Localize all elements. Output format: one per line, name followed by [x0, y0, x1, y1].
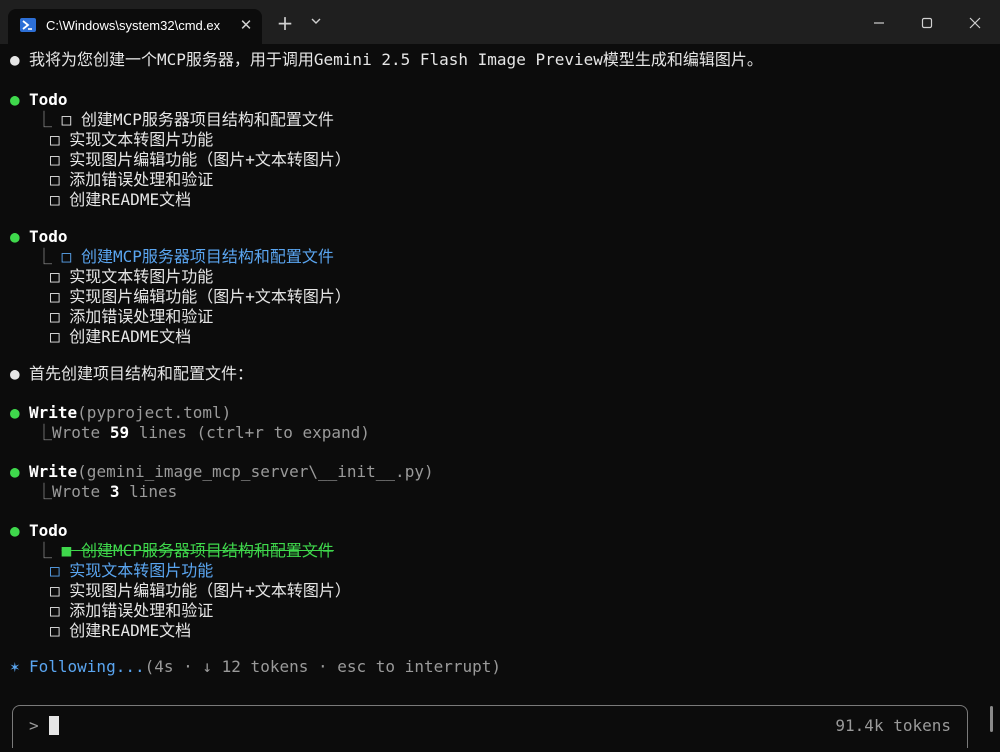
spinner-star-icon: ✶ — [10, 657, 20, 676]
scrollbar[interactable] — [990, 706, 993, 732]
todo-header: ● Todo — [10, 90, 68, 109]
checkbox-icon: □ — [50, 190, 60, 209]
todo-item: □ 创建README文档 — [50, 621, 192, 640]
todo-item-active: □ 实现文本转图片功能 — [50, 561, 214, 580]
checkbox-icon: □ — [61, 110, 72, 129]
checkbox-icon: □ — [50, 287, 60, 306]
tree-connector: ⎿ — [36, 541, 53, 560]
bullet-icon: ● — [10, 90, 20, 109]
chevron-down-icon[interactable] — [304, 10, 328, 36]
write-result: ⎿Wrote 59 lines (ctrl+r to expand) — [36, 423, 370, 442]
tree-connector: ⎿ — [36, 110, 53, 129]
checkbox-icon: □ — [50, 581, 60, 600]
tree-connector: ⎿ — [36, 482, 53, 501]
todo-header: ● Todo — [10, 227, 68, 246]
checkbox-icon: □ — [50, 601, 60, 620]
todo-item: □ 创建README文档 — [50, 190, 192, 209]
prompt-symbol: > — [29, 716, 39, 735]
bullet-icon: ● — [10, 227, 20, 246]
write-tool-call: ● Write(pyproject.toml) — [10, 403, 232, 422]
close-window-button[interactable] — [958, 10, 992, 36]
maximize-button[interactable] — [910, 10, 944, 36]
message-line: ● 首先创建项目结构和配置文件： — [10, 364, 254, 383]
todo-item: □ 创建README文档 — [50, 327, 192, 346]
checkbox-icon: □ — [50, 621, 60, 640]
todo-item-done: ⎿ ■ 创建MCP服务器项目结构和配置文件 — [36, 541, 334, 560]
intro-text: 我将为您创建一个MCP服务器，用于调用Gemini 2.5 Flash Imag… — [29, 50, 763, 69]
checkbox-icon: □ — [61, 247, 72, 266]
bullet-icon: ● — [10, 50, 20, 69]
write-result: ⎿Wrote 3 lines — [36, 482, 178, 501]
checkbox-icon: □ — [50, 130, 60, 149]
write-tool-call: ● Write(gemini_image_mcp_server\__init__.… — [10, 462, 434, 481]
minimize-icon — [874, 22, 884, 24]
checkbox-icon: □ — [50, 327, 60, 346]
checkbox-checked-icon: ■ — [61, 541, 72, 560]
token-count: 91.4k tokens — [835, 716, 951, 735]
todo-item: □ 实现文本转图片功能 — [50, 130, 214, 149]
status-line: ✶ Following...(4s · ↓ 12 tokens · esc to … — [10, 657, 502, 676]
checkbox-icon: □ — [50, 150, 60, 169]
todo-item: □ 添加错误处理和验证 — [50, 601, 214, 620]
maximize-icon — [921, 17, 933, 29]
todo-header: ● Todo — [10, 521, 68, 540]
checkbox-icon: □ — [50, 561, 60, 580]
powershell-icon — [20, 18, 36, 32]
intro-line: ● 我将为您创建一个MCP服务器，用于调用Gemini 2.5 Flash Ima… — [10, 50, 763, 70]
todo-item: □ 实现图片编辑功能（图片+文本转图片） — [50, 581, 351, 600]
checkbox-icon: □ — [50, 267, 60, 286]
todo-item: □ 添加错误处理和验证 — [50, 170, 214, 189]
new-tab-button[interactable]: + — [270, 10, 300, 36]
prompt-input[interactable]: > 91.4k tokens — [12, 705, 968, 748]
todo-item: □ 实现图片编辑功能（图片+文本转图片） — [50, 150, 351, 169]
todo-item: ⎿ □ 创建MCP服务器项目结构和配置文件 — [36, 110, 334, 129]
bullet-icon: ● — [10, 462, 20, 481]
tab-title: C:\Windows\system32\cmd.ex — [46, 18, 221, 33]
tab-close-icon[interactable]: ✕ — [236, 16, 256, 36]
todo-item: □ 实现文本转图片功能 — [50, 267, 214, 286]
terminal-tab[interactable]: C:\Windows\system32\cmd.ex ✕ — [8, 9, 262, 44]
todo-item: □ 实现图片编辑功能（图片+文本转图片） — [50, 287, 351, 306]
todo-item: □ 添加错误处理和验证 — [50, 307, 214, 326]
bullet-icon: ● — [10, 521, 20, 540]
minimize-button[interactable] — [862, 10, 896, 36]
checkbox-icon: □ — [50, 307, 60, 326]
close-icon — [969, 17, 981, 29]
checkbox-icon: □ — [50, 170, 60, 189]
todo-item-active: ⎿ □ 创建MCP服务器项目结构和配置文件 — [36, 247, 334, 266]
tree-connector: ⎿ — [36, 423, 53, 442]
tree-connector: ⎿ — [36, 247, 53, 266]
text-cursor — [49, 716, 59, 735]
bullet-icon: ● — [10, 364, 20, 383]
title-bar: C:\Windows\system32\cmd.ex ✕ + — [0, 0, 1000, 44]
bullet-icon: ● — [10, 403, 20, 422]
